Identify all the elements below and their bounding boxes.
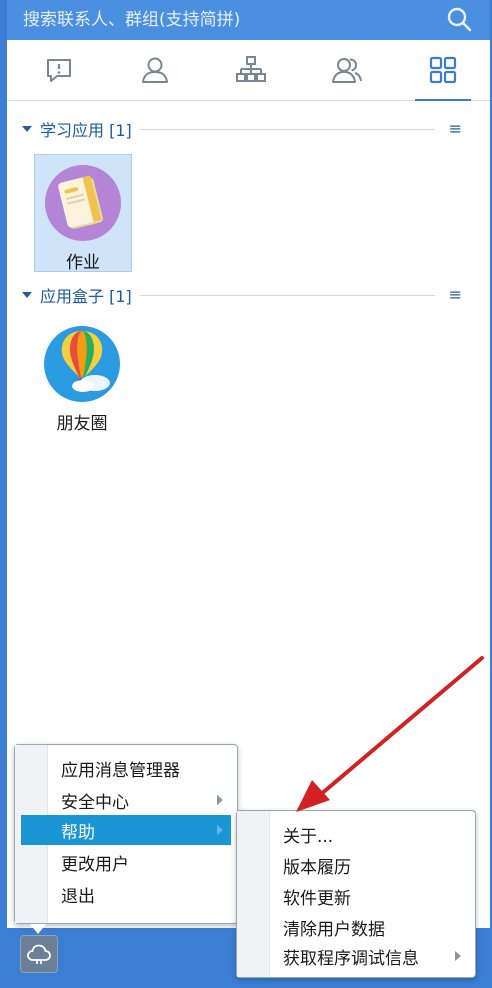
menu-item-about[interactable]: 关于... [243,819,469,849]
search-icon[interactable] [446,6,472,32]
app-tile-moments[interactable]: 朋友圈 [34,316,130,434]
window-left-border [0,0,7,988]
main-menu-button[interactable] [20,935,58,973]
submenu-arrow-icon [217,825,223,835]
menu-item-version-history[interactable]: 版本履历 [243,850,469,880]
app-tile-homework[interactable]: 作业 [34,154,132,273]
menu-item-clear-user-data[interactable]: 清除用户数据 [243,912,469,942]
submenu-arrow-icon [455,951,461,961]
menu-pointer-tail [30,924,46,934]
tab-messages[interactable] [19,40,99,100]
menu-item-label: 版本履历 [283,857,351,878]
cloud-menu-icon [27,944,51,964]
org-chart-icon [236,56,266,82]
menu-item-label: 关于... [283,826,334,847]
grid-icon [429,56,457,84]
main-popup-menu: 应用消息管理器 安全中心 帮助 更改用户 退出 [14,744,238,924]
tab-contacts[interactable] [115,40,195,100]
menu-item-get-debug-info[interactable]: 获取程序调试信息 [243,941,469,971]
tab-apps[interactable] [403,40,483,101]
menu-item-help[interactable]: 帮助 [21,815,231,845]
menu-item-security-center[interactable]: 安全中心 [21,785,231,815]
tab-groups[interactable] [307,40,387,100]
help-submenu: 关于... 版本履历 软件更新 清除用户数据 获取程序调试信息 [236,810,476,978]
group-menu-icon[interactable]: ≡ [449,287,462,303]
app-label: 朋友圈 [56,414,108,434]
annotation-arrow-head [296,780,330,812]
group-title: 学习应用 [1] [40,121,132,140]
person-icon [142,57,168,83]
group-title: 应用盒子 [1] [40,287,132,306]
submenu-arrow-icon [217,795,223,805]
menu-item-label: 帮助 [61,822,95,843]
group-divider [139,128,435,130]
menu-item-label: 软件更新 [283,888,351,909]
tab-organization[interactable] [211,40,291,100]
hot-air-balloon-icon [44,326,120,402]
search-bar [7,0,490,40]
menu-item-label: 获取程序调试信息 [283,948,419,969]
menu-item-software-update[interactable]: 软件更新 [243,881,469,911]
group-divider [139,294,435,296]
group-menu-icon[interactable]: ≡ [449,121,462,137]
group-header-app-box[interactable]: 应用盒子 [1] ≡ [22,284,462,306]
menu-item-exit[interactable]: 退出 [21,879,231,909]
group-header-learning-apps[interactable]: 学习应用 [1] ≡ [22,118,462,140]
search-input[interactable] [21,6,445,34]
collapse-triangle-icon[interactable] [22,126,32,132]
menu-item-label: 清除用户数据 [283,919,385,940]
menu-item-label: 退出 [61,886,95,907]
group-icon [332,58,362,83]
menu-item-label: 应用消息管理器 [61,760,180,781]
homework-icon [45,165,121,241]
menu-item-label: 安全中心 [61,792,129,813]
menu-item-change-user[interactable]: 更改用户 [21,847,231,877]
app-label: 作业 [66,253,100,273]
annotation-arrow-shaft [318,656,484,797]
chat-bubble-icon [47,59,71,82]
menu-item-app-message-manager[interactable]: 应用消息管理器 [21,753,231,783]
collapse-triangle-icon[interactable] [22,292,32,298]
menu-item-label: 更改用户 [61,854,129,875]
tab-bar [7,40,490,101]
